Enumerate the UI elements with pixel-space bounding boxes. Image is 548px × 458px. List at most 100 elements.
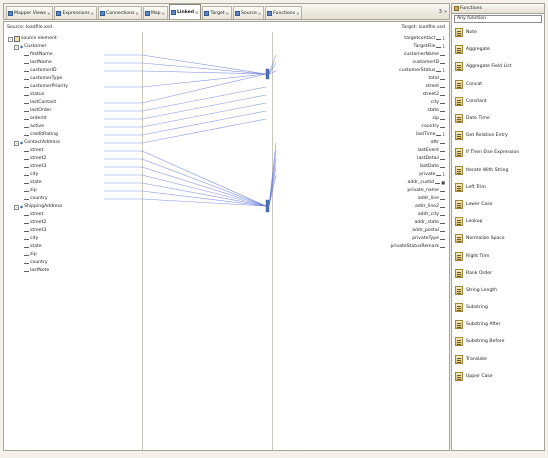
source-group[interactable]: - source element [8, 35, 57, 43]
target-field[interactable]: targetcontact 1 [404, 35, 445, 43]
target-field[interactable]: customerName [404, 51, 445, 59]
source-field[interactable]: street [24, 147, 43, 155]
source-field[interactable]: street2 [24, 219, 46, 227]
palette-item[interactable]: Left Trim [452, 179, 544, 196]
target-field[interactable]: attr [431, 139, 445, 147]
target-field[interactable]: addr_city [418, 211, 445, 219]
palette-item[interactable]: Lookup [452, 213, 544, 230]
mapping-link[interactable] [141, 158, 267, 207]
source-field[interactable]: status [24, 91, 44, 99]
editor-tab[interactable]: Mapper Views × [6, 6, 54, 19]
palette-item[interactable]: Constant [452, 93, 544, 110]
editor-tab[interactable]: Connections × [98, 6, 142, 19]
source-group[interactable]: - ◆ Customer [14, 43, 46, 51]
target-field[interactable]: addr_line [418, 195, 445, 203]
palette-title-bar[interactable]: Functions [452, 4, 544, 14]
target-field[interactable]: addr_postal [412, 227, 445, 235]
source-field[interactable]: state [24, 179, 42, 187]
source-field[interactable]: city [24, 235, 38, 243]
palette-item[interactable]: Aggregate Field List [452, 58, 544, 75]
close-icon[interactable]: × [258, 11, 261, 16]
editor-tab[interactable]: Source × [233, 6, 265, 19]
target-field[interactable]: lastDate [420, 163, 445, 171]
close-icon[interactable]: × [91, 11, 94, 16]
close-icon[interactable]: × [136, 11, 139, 16]
source-group[interactable]: - ◆ ContactAddress [14, 139, 60, 147]
source-field[interactable]: lastOrder [24, 107, 51, 115]
mapping-link[interactable] [141, 174, 267, 207]
target-field[interactable]: addr_line2 [415, 203, 445, 211]
collapse-toggle[interactable]: - [14, 44, 19, 50]
palette-item[interactable]: Upper Case [452, 368, 544, 385]
source-field[interactable]: lastName [24, 59, 52, 67]
source-field[interactable]: active [24, 123, 44, 131]
target-field[interactable]: lastEvent [418, 147, 445, 155]
palette-item[interactable]: If Then Else Expression [452, 144, 544, 161]
source-field[interactable]: country [24, 195, 48, 203]
target-field[interactable]: country [421, 123, 445, 131]
mapping-link[interactable] [141, 86, 267, 112]
collapse-toggle[interactable]: - [8, 36, 13, 42]
editor-tab[interactable]: Target × [202, 6, 233, 19]
close-icon[interactable]: × [47, 11, 50, 16]
source-field[interactable]: zip [24, 251, 37, 259]
palette-item[interactable]: String Length [452, 282, 544, 299]
source-field[interactable]: lastContact [24, 99, 56, 107]
mapping-link[interactable] [141, 118, 267, 144]
target-field[interactable]: addr_state [415, 219, 445, 227]
collapse-toggle[interactable]: - [14, 140, 19, 146]
source-field[interactable]: state [24, 243, 42, 251]
editor-tab[interactable]: Linked × [168, 4, 202, 19]
source-field[interactable]: firstName [24, 51, 53, 59]
target-field[interactable]: private_name [407, 187, 445, 195]
tab-overflow[interactable]: 3» [439, 4, 447, 19]
target-field[interactable]: street2 [423, 91, 445, 99]
palette-item[interactable]: Normalize Space [452, 230, 544, 247]
editor-tab[interactable]: Functions × [265, 6, 303, 19]
close-icon[interactable]: × [162, 11, 165, 16]
source-field[interactable]: country [24, 259, 48, 267]
target-field[interactable]: TargetFile 1 [414, 43, 445, 51]
source-field[interactable]: customerID [24, 67, 57, 75]
source-field[interactable]: street3 [24, 163, 46, 171]
palette-item[interactable]: Substring After [452, 316, 544, 333]
source-group[interactable]: - ◆ ShippingAddress [14, 203, 62, 211]
mapping-link[interactable] [141, 150, 267, 207]
palette-item[interactable]: Lower Case [452, 196, 544, 213]
palette-item[interactable]: Substring [452, 299, 544, 316]
palette-item[interactable]: Aggregate [452, 41, 544, 58]
mapping-link[interactable] [141, 190, 267, 207]
palette-search-input[interactable]: Any function [454, 15, 542, 23]
palette-item[interactable]: Translate [452, 351, 544, 368]
mapping-link[interactable] [141, 73, 267, 88]
close-icon[interactable]: × [296, 11, 299, 16]
target-field[interactable]: customerStatus 1 [399, 67, 445, 75]
palette-item[interactable]: Date Time [452, 110, 544, 127]
mapping-link[interactable] [141, 110, 267, 136]
source-field[interactable]: customerType [24, 75, 62, 83]
source-field[interactable]: city [24, 171, 38, 179]
palette-item[interactable]: Right Trim [452, 247, 544, 264]
source-field[interactable]: street [24, 211, 43, 219]
target-field[interactable]: zip [432, 115, 445, 123]
target-field[interactable]: total [428, 75, 445, 83]
source-field[interactable]: lastNote [24, 267, 49, 275]
target-field[interactable]: lastDetail [417, 155, 445, 163]
close-icon[interactable]: × [195, 10, 198, 15]
collapse-toggle[interactable]: - [14, 204, 19, 210]
close-icon[interactable]: × [226, 11, 229, 16]
target-field[interactable]: lastTime 1 [416, 131, 445, 139]
target-field[interactable]: privateType [412, 235, 445, 243]
chevron-right-icon[interactable]: » [444, 9, 447, 15]
target-field[interactable]: privateStatusRemark [390, 243, 445, 251]
editor-tab[interactable]: Expressions × [54, 6, 98, 19]
mapping-link[interactable] [141, 102, 267, 128]
target-field[interactable]: customerID [412, 59, 445, 67]
palette-item[interactable]: Iterate With String [452, 162, 544, 179]
palette-item[interactable]: Concat [452, 76, 544, 93]
target-field[interactable]: street [426, 83, 445, 91]
source-field[interactable]: orderId [24, 115, 47, 123]
source-field[interactable]: street2 [24, 155, 46, 163]
source-field[interactable]: street3 [24, 227, 46, 235]
palette-item[interactable]: Note [452, 24, 544, 41]
